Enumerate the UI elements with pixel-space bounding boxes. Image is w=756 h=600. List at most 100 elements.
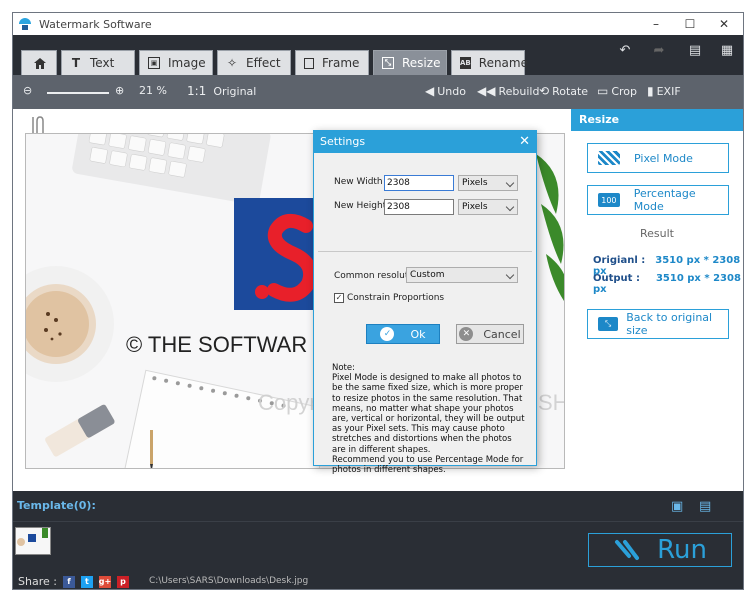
exif-button[interactable]: ▮ EXIF [647,84,681,98]
width-unit-select[interactable]: Pixels [458,175,518,191]
original-size-button[interactable]: 1:1 Original [187,84,256,98]
template-list-icon[interactable]: ▤ [699,499,711,514]
tab-rename-label: Rename [478,56,528,70]
pixel-mode-icon [598,151,620,165]
close-button[interactable]: ✕ [707,13,741,35]
dialog-close-button[interactable]: ✕ [519,131,530,153]
notes-icon[interactable]: ▦ [713,35,741,65]
constrain-proportions-label: Constrain Proportions [347,293,445,303]
pinterest-icon[interactable]: p [116,575,129,588]
percentage-mode-icon: 100 [598,193,620,207]
copyright-text: © THE SOFTWAR [126,332,307,357]
original-key: Origianl : [593,255,646,266]
ok-label: Ok [410,327,426,341]
dialog-title: Settings [314,131,536,153]
pixel-mode-label: Pixel Mode [634,151,693,165]
text-icon: T [71,56,81,70]
tab-effect-label: Effect [246,56,281,70]
new-width-label: New Width : [334,177,389,187]
tab-home[interactable] [21,50,57,75]
zoom-out-icon[interactable]: ⊖ [23,84,32,97]
template-label: Template(0): [13,491,743,521]
resize-panel: Resize Pixel Mode 100 Percentage Mode Re… [571,109,743,491]
image-toolbar: ⊖ ⊕ 21 % 1:1 Original ◀ Undo ◀◀ Rebuild ⟲ R… [13,75,743,109]
undo-label: Undo [437,84,466,98]
image-icon: ▣ [148,57,160,69]
crop-icon: ▭ [597,84,609,98]
app-logo-icon [19,18,33,30]
pencil-icon [150,430,153,464]
back-original-icon: ⤡ [598,317,619,331]
tab-effect[interactable]: ✧ Effect [217,50,291,75]
window-title: Watermark Software [39,17,152,31]
zoom-slider[interactable] [47,92,109,94]
tab-image[interactable]: ▣ Image [139,50,213,75]
forward-icon[interactable]: ➦ [645,35,673,65]
pixel-mode-button[interactable]: Pixel Mode [587,143,729,173]
google-plus-icon[interactable]: g+ [99,575,111,588]
rotate-button[interactable]: ⟲ Rotate [539,84,588,98]
run-label: Run [657,535,707,565]
twitter-icon[interactable]: t [80,575,93,588]
dialog-divider [318,251,532,252]
undo-button[interactable]: ◀ Undo [425,84,466,98]
rotate-label: Rotate [552,84,589,98]
crop-label: Crop [611,84,638,98]
tab-rename[interactable]: AB Rename [451,50,528,75]
effect-icon: ✧ [226,56,238,70]
chat-icon[interactable]: ▤ [681,35,709,65]
maximize-button[interactable]: ☐ [673,13,707,35]
new-width-input[interactable]: 2308 [384,175,454,191]
back-to-original-button[interactable]: ⤡ Back to original size [587,309,729,339]
percentage-mode-button[interactable]: 100 Percentage Mode [587,185,729,215]
new-height-input[interactable]: 2308 [384,199,454,215]
tab-image-label: Image [168,56,206,70]
zoom-value: 21 % [139,84,167,97]
app-window: Watermark Software – ☐ ✕ T Text ▣ Image … [12,12,744,590]
zoom-in-icon[interactable]: ⊕ [115,84,124,97]
file-path: C:\Users\SARS\Downloads\Desk.jpg [149,576,309,586]
percentage-mode-label: Percentage Mode [633,187,696,213]
common-resolution-select[interactable]: Custom [406,267,518,283]
original-size-icon: 1:1 [187,84,207,98]
tab-resize[interactable]: ⤡ Resize [373,50,447,75]
resize-icon: ⤡ [382,57,394,69]
run-icon [615,540,640,560]
height-unit-select[interactable]: Pixels [458,199,518,215]
home-icon [34,57,46,69]
rebuild-button[interactable]: ◀◀ Rebuild [477,84,539,98]
exif-label: EXIF [656,84,681,98]
tab-resize-label: Resize [402,56,441,70]
share-row: Share : f t g+ p [18,575,129,588]
cancel-label: Cancel [483,327,521,341]
undo-icon: ◀ [425,84,435,98]
resize-panel-header: Resize [571,109,743,131]
cancel-button[interactable]: ✕ Cancel [456,324,524,344]
output-size-row: Output :3510 px * 2308 px [593,273,743,295]
tab-frame[interactable]: Frame [295,50,369,75]
run-button[interactable]: Run [588,533,732,567]
bottom-area: Template(0): ▣ ▤ Run Share : f t g+ p C:… [13,491,743,589]
tab-text[interactable]: T Text [61,50,135,75]
crop-button[interactable]: ▭ Crop [597,84,637,98]
constrain-proportions-checkbox[interactable]: ✓ [334,293,344,303]
minimize-button[interactable]: – [639,13,673,35]
title-bar: Watermark Software – ☐ ✕ [13,13,743,35]
rebuild-icon: ◀◀ [477,84,496,98]
save-template-icon[interactable]: ▣ [671,499,683,514]
tab-frame-label: Frame [322,56,360,70]
dialog-note: Note: Pixel Mode is designed to make all… [332,363,525,476]
rebuild-label: Rebuild [498,84,540,98]
facebook-icon[interactable]: f [62,575,75,588]
rotate-icon: ⟲ [539,84,550,98]
cancel-icon: ✕ [459,327,474,341]
result-label: Result [640,227,674,240]
undo-history-icon[interactable]: ↶ [611,35,639,65]
check-icon: ✓ [380,327,395,341]
settings-dialog: Settings ✕ New Width : 2308 Pixels New H… [313,130,537,475]
ok-button[interactable]: ✓ Ok [366,324,440,344]
exif-icon: ▮ [647,84,654,98]
back-to-original-label: Back to original size [626,311,713,337]
template-thumbnail[interactable] [15,527,51,555]
rename-icon: AB [460,57,471,69]
